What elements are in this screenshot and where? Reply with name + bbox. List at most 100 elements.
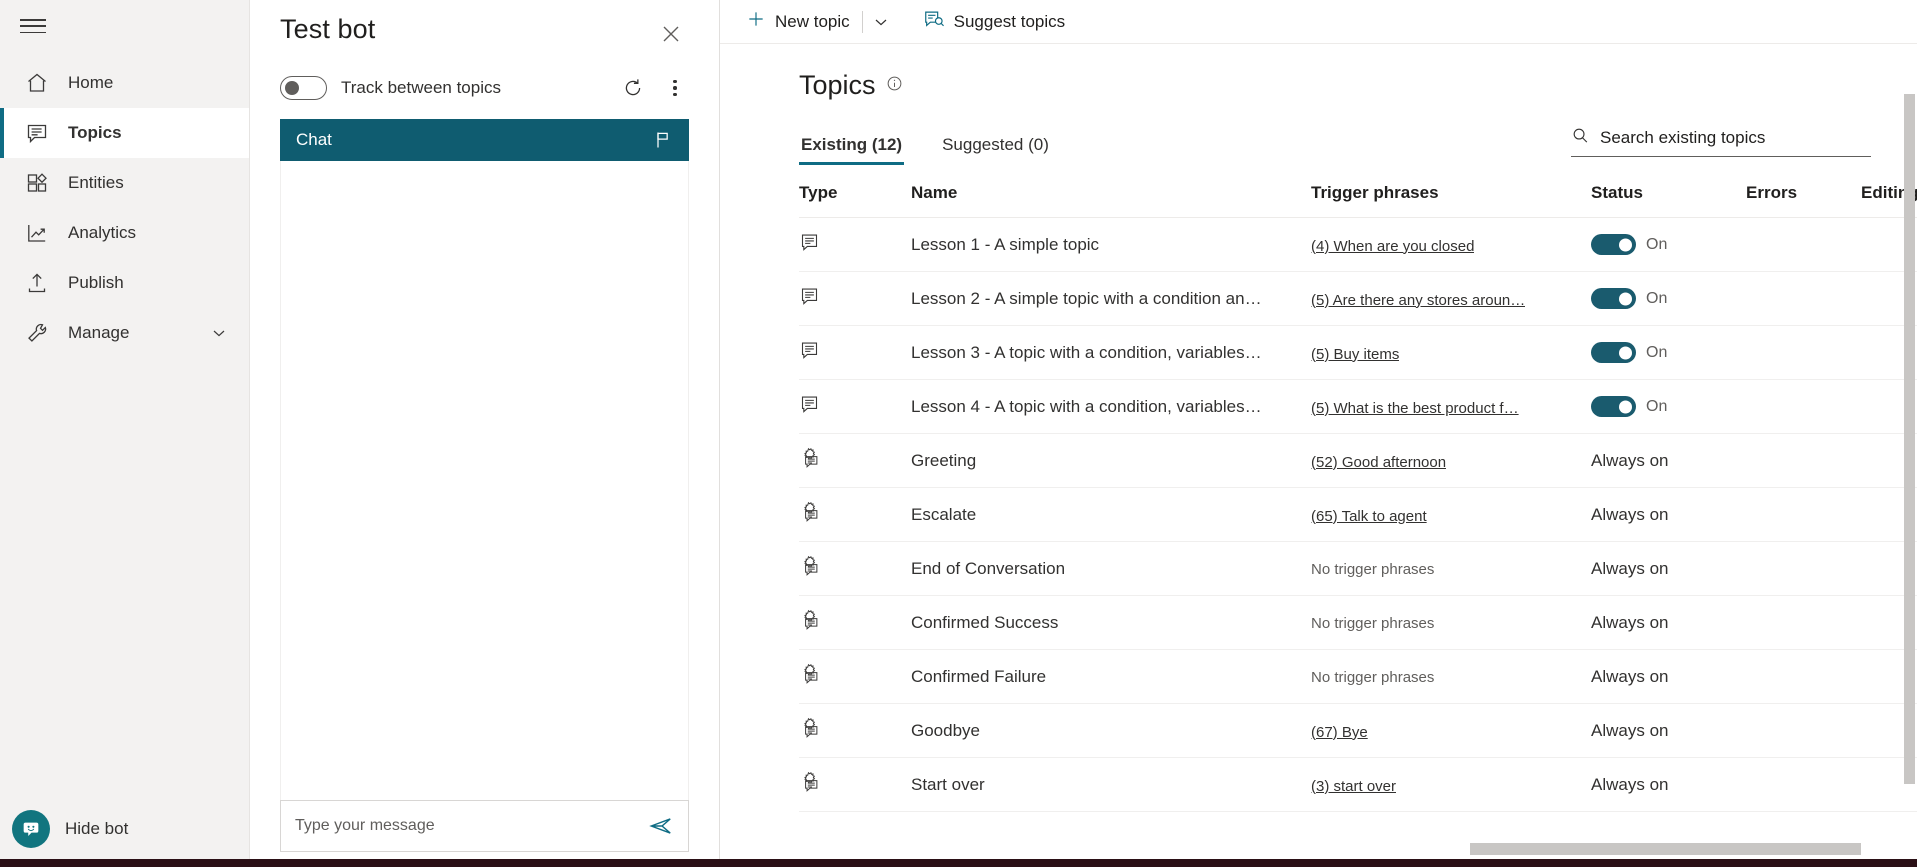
cell-trigger-phrases[interactable]: (4) When are you closed: [1311, 217, 1591, 272]
cell-name[interactable]: Escalate: [911, 487, 1311, 542]
cell-trigger-phrases[interactable]: (5) Buy items: [1311, 325, 1591, 380]
status-toggle[interactable]: [1591, 396, 1636, 417]
track-between-topics-toggle[interactable]: [280, 76, 327, 100]
topic-name[interactable]: Lesson 4 - A topic with a condition, var…: [911, 397, 1311, 417]
analytics-icon: [22, 218, 52, 248]
table-row[interactable]: Confirmed Failure No trigger phrases Alway…: [799, 649, 1917, 704]
column-header-type[interactable]: Type: [799, 183, 911, 218]
topic-name[interactable]: Lesson 2 - A simple topic with a conditi…: [911, 289, 1311, 309]
system-topic-icon: [799, 501, 821, 527]
topic-name[interactable]: Goodbye: [911, 721, 1311, 741]
cell-name[interactable]: Start over: [911, 757, 1311, 812]
table-row[interactable]: Lesson 2 - A simple topic with a conditi…: [799, 271, 1917, 326]
cell-name[interactable]: Lesson 4 - A topic with a condition, var…: [911, 379, 1311, 434]
status-toggle[interactable]: [1591, 342, 1636, 363]
status-toggle[interactable]: [1591, 234, 1636, 255]
tab-suggested[interactable]: Suggested (0): [940, 135, 1051, 165]
cell-name[interactable]: Confirmed Failure: [911, 649, 1311, 704]
topic-name[interactable]: Confirmed Failure: [911, 667, 1311, 687]
close-icon[interactable]: [653, 16, 689, 57]
table-row[interactable]: Goodbye (67) Bye Always on: [799, 703, 1917, 758]
table-row[interactable]: Lesson 3 - A topic with a condition, var…: [799, 325, 1917, 380]
send-icon[interactable]: [648, 813, 674, 839]
table-row[interactable]: Start over (3) start over Always on: [799, 757, 1917, 812]
column-header-errors[interactable]: Errors: [1746, 183, 1861, 218]
trigger-phrases-link[interactable]: (52) Good afternoon: [1311, 454, 1446, 471]
topic-name[interactable]: Start over: [911, 775, 1311, 795]
table-row[interactable]: Confirmed Success No trigger phrases Alway…: [799, 595, 1917, 650]
trigger-phrases-link[interactable]: (5) Buy items: [1311, 346, 1399, 363]
cell-trigger-phrases[interactable]: (3) start over: [1311, 757, 1591, 812]
suggest-topics-button[interactable]: Suggest topics: [913, 4, 1076, 40]
sidebar-item-label: Home: [68, 73, 114, 92]
trigger-phrases-link[interactable]: (4) When are you closed: [1311, 238, 1474, 255]
trigger-phrases-link[interactable]: (5) What is the best product f…: [1311, 400, 1519, 417]
chat-message-input[interactable]: Type your message: [295, 817, 648, 835]
topic-name[interactable]: Confirmed Success: [911, 613, 1311, 633]
sidebar-item-publish[interactable]: Publish: [0, 258, 249, 308]
status-toggle[interactable]: [1591, 288, 1636, 309]
cell-type: [799, 595, 911, 650]
cell-trigger-phrases[interactable]: (67) Bye: [1311, 703, 1591, 758]
topics-page: Topics Existing (12) Suggested (0) Searc…: [720, 44, 1917, 867]
new-topic-button[interactable]: New topic: [736, 4, 860, 40]
sidebar-item-entities[interactable]: Entities: [0, 158, 249, 208]
left-navigation: Home Topics Entities Analytics Publish M…: [0, 0, 250, 867]
info-icon[interactable]: [886, 75, 903, 97]
vertical-scrollbar[interactable]: [1904, 94, 1915, 834]
cell-name[interactable]: End of Conversation: [911, 541, 1311, 596]
new-topic-chevron-down-icon[interactable]: [865, 6, 897, 38]
cell-name[interactable]: Greeting: [911, 433, 1311, 488]
cell-trigger-phrases: No trigger phrases: [1311, 649, 1591, 704]
topic-name[interactable]: Escalate: [911, 505, 1311, 525]
tab-existing[interactable]: Existing (12): [799, 135, 905, 165]
hide-bot-button[interactable]: Hide bot: [0, 791, 250, 867]
cell-name[interactable]: Lesson 3 - A topic with a condition, var…: [911, 325, 1311, 380]
trigger-phrases-link[interactable]: (67) Bye: [1311, 724, 1368, 741]
table-row[interactable]: Lesson 1 - A simple topic (4) When are yo…: [799, 217, 1917, 272]
wrench-icon: [22, 318, 52, 348]
sidebar-item-home[interactable]: Home: [0, 58, 249, 108]
chevron-down-icon[interactable]: [211, 325, 227, 341]
cell-name[interactable]: Lesson 1 - A simple topic: [911, 217, 1311, 272]
cell-status: Always on: [1591, 703, 1746, 758]
table-row[interactable]: Escalate (65) Talk to agent Always on: [799, 487, 1917, 542]
refresh-icon[interactable]: [619, 74, 647, 102]
column-header-name[interactable]: Name: [911, 183, 1311, 218]
sidebar-item-topics[interactable]: Topics: [0, 108, 249, 158]
more-vertical-icon[interactable]: [661, 74, 689, 102]
cell-name[interactable]: Goodbye: [911, 703, 1311, 758]
table-row[interactable]: Greeting (52) Good afternoon Always on: [799, 433, 1917, 488]
cell-name[interactable]: Lesson 2 - A simple topic with a conditi…: [911, 271, 1311, 326]
chat-transcript: [280, 161, 689, 800]
flag-icon[interactable]: [653, 130, 673, 150]
chat-input-row[interactable]: Type your message: [280, 800, 689, 852]
table-row[interactable]: End of Conversation No trigger phrases Alw…: [799, 541, 1917, 596]
search-existing-topics[interactable]: Search existing topics: [1571, 126, 1871, 157]
cell-trigger-phrases[interactable]: (5) What is the best product f…: [1311, 379, 1591, 434]
trigger-phrases-link[interactable]: (65) Talk to agent: [1311, 508, 1427, 525]
sidebar-item-analytics[interactable]: Analytics: [0, 208, 249, 258]
hamburger-icon[interactable]: [20, 17, 46, 35]
cell-trigger-phrases[interactable]: (5) Are there any stores aroun…: [1311, 271, 1591, 326]
topics-table-head: Type Name Trigger phrases Status Errors …: [799, 183, 1917, 218]
topic-name[interactable]: End of Conversation: [911, 559, 1311, 579]
column-header-status[interactable]: Status: [1591, 183, 1746, 218]
table-row[interactable]: Lesson 4 - A topic with a condition, var…: [799, 379, 1917, 434]
status-badge: On: [1646, 397, 1668, 415]
column-header-trigger[interactable]: Trigger phrases: [1311, 183, 1591, 218]
search-input[interactable]: Search existing topics: [1600, 128, 1765, 148]
vertical-scrollbar-thumb[interactable]: [1904, 94, 1915, 784]
chat-bubble-icon: [22, 118, 52, 148]
cell-trigger-phrases[interactable]: (65) Talk to agent: [1311, 487, 1591, 542]
horizontal-scrollbar[interactable]: [1470, 843, 1877, 855]
trigger-phrases-link[interactable]: (5) Are there any stores aroun…: [1311, 292, 1525, 309]
topic-name[interactable]: Greeting: [911, 451, 1311, 471]
topic-name[interactable]: Lesson 3 - A topic with a condition, var…: [911, 343, 1311, 363]
topic-name[interactable]: Lesson 1 - A simple topic: [911, 235, 1311, 255]
cell-name[interactable]: Confirmed Success: [911, 595, 1311, 650]
horizontal-scrollbar-thumb[interactable]: [1470, 843, 1861, 855]
trigger-phrases-link[interactable]: (3) start over: [1311, 778, 1396, 795]
cell-trigger-phrases[interactable]: (52) Good afternoon: [1311, 433, 1591, 488]
sidebar-item-manage[interactable]: Manage: [0, 308, 249, 358]
